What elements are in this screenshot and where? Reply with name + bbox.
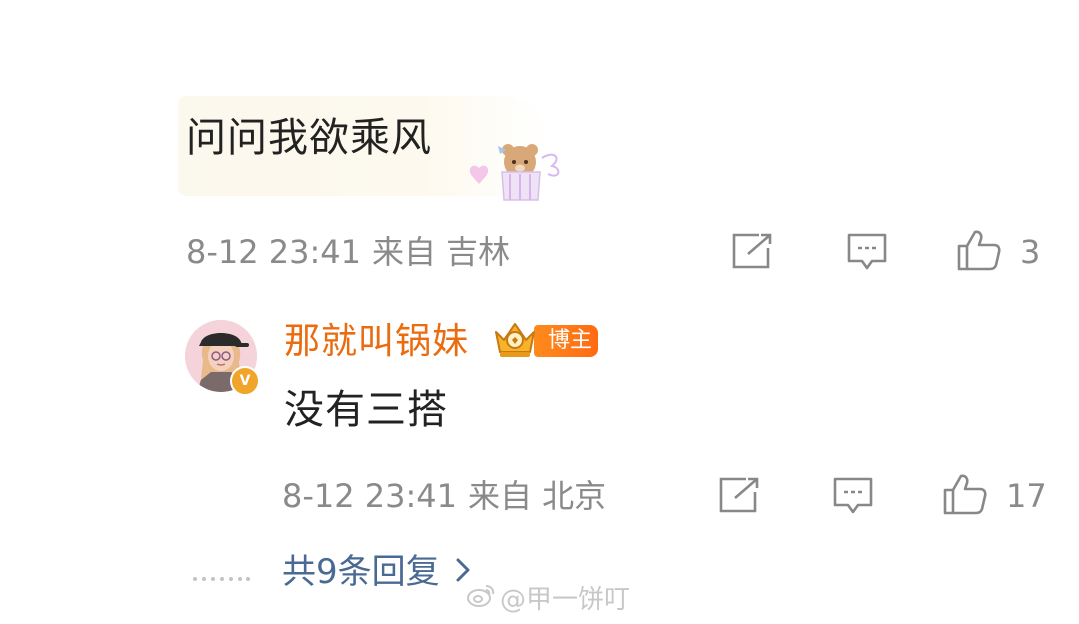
reply-text: 没有三搭 [284, 387, 448, 433]
more-replies-label: 共9条回复 [282, 552, 440, 592]
comment-text: 问问我欲乘风 [186, 115, 432, 161]
reply-like-count: 17 [1006, 477, 1047, 515]
verified-badge-icon: V [230, 366, 260, 396]
reply-share-icon[interactable] [718, 476, 760, 514]
weibo-logo-icon [466, 582, 496, 617]
watermark: @甲一饼叮 [466, 582, 630, 617]
bear-gift-sticker-icon [462, 128, 572, 208]
reply-comment-icon[interactable] [832, 476, 874, 516]
reply-like-icon[interactable] [942, 472, 988, 516]
comment-location: 来自 吉林 [372, 233, 511, 271]
like-count: 3 [1020, 233, 1041, 271]
more-replies-link[interactable]: 共9条回复 [282, 552, 472, 592]
blogger-badge: 博主 [534, 325, 598, 357]
reply-username[interactable]: 那就叫锅妹 [284, 320, 469, 364]
like-icon[interactable] [956, 228, 1002, 272]
comment-timestamp: 8-12 23:41 [186, 233, 362, 271]
reply-location: 来自 北京 [468, 477, 607, 515]
comment-icon[interactable] [846, 232, 888, 272]
watermark-text: @甲一饼叮 [500, 584, 631, 615]
crown-icon [490, 318, 540, 360]
reply-timestamp: 8-12 23:41 [282, 477, 458, 515]
share-icon[interactable] [731, 232, 773, 270]
dotted-divider [192, 568, 250, 581]
